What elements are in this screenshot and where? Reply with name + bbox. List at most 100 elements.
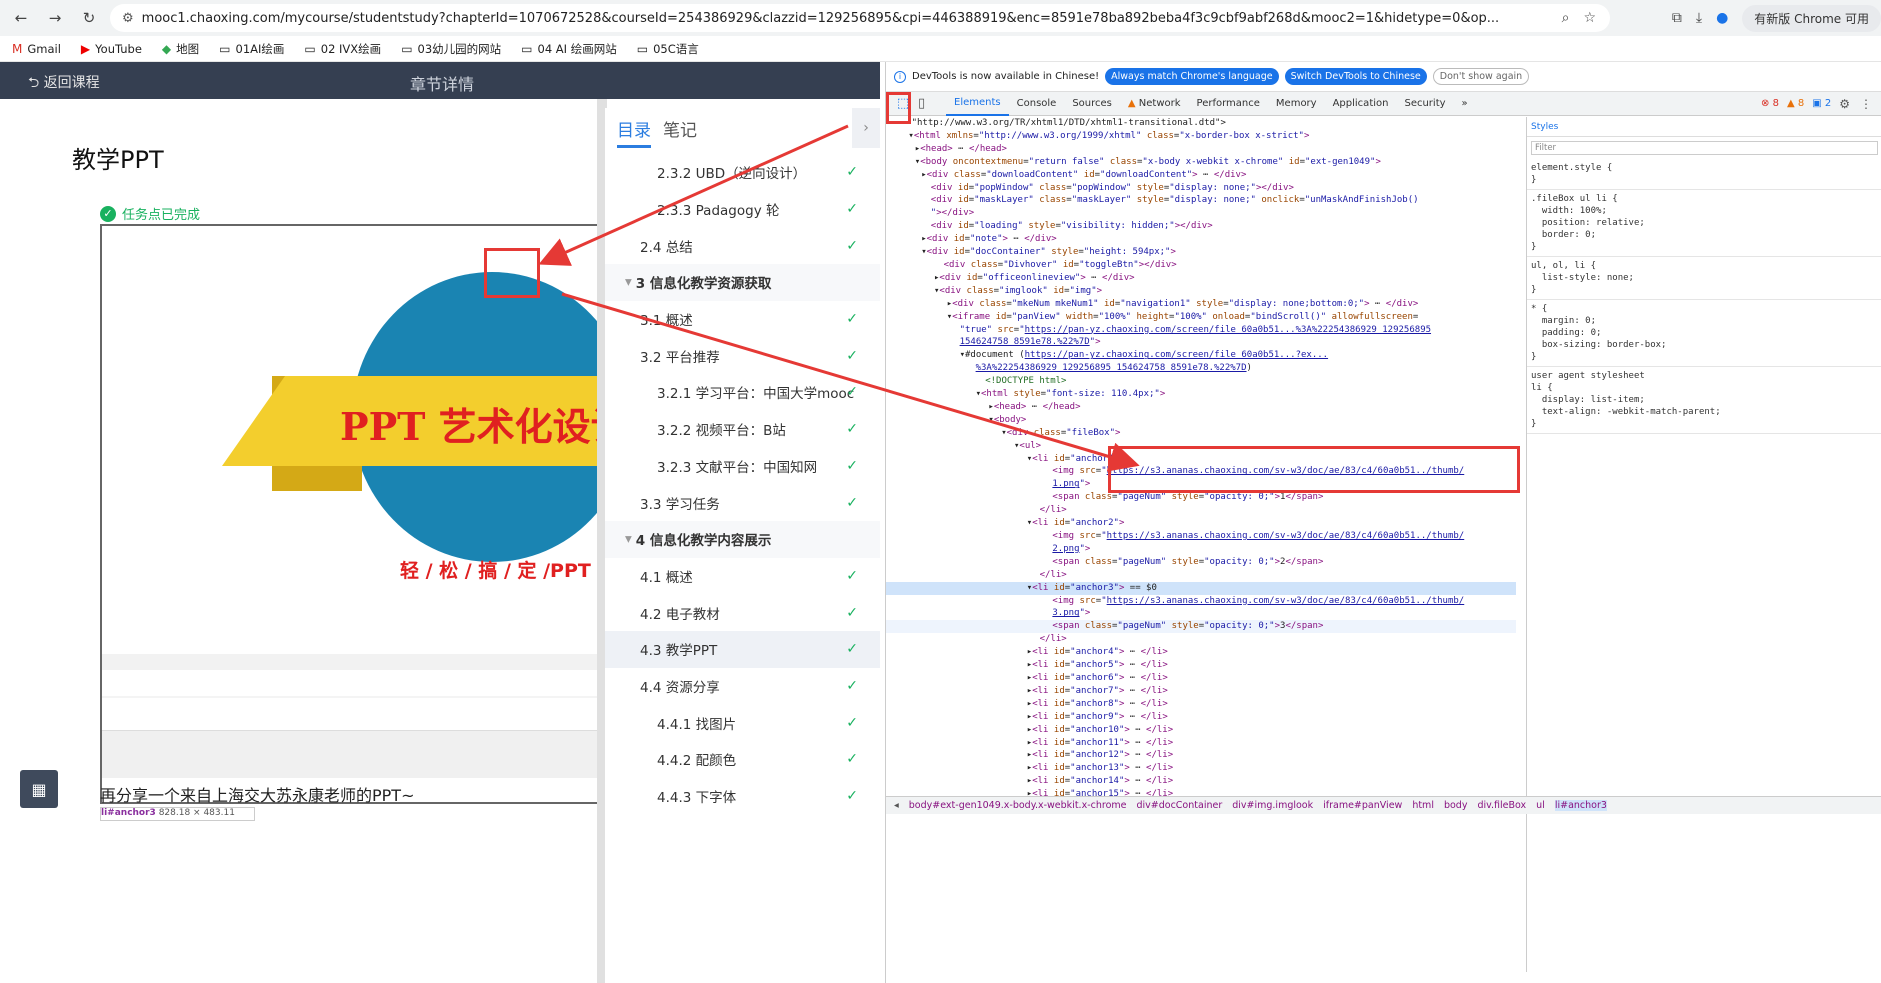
url-text[interactable]: mooc1.chaoxing.com/mycourse/studentstudy… bbox=[142, 11, 1500, 26]
breadcrumb-item[interactable]: ul bbox=[1536, 800, 1545, 811]
bookmark-folder-c[interactable]: ▭ 05C语言 bbox=[637, 41, 699, 57]
dom-node[interactable]: 154624758_8591e78.%22%7D"> bbox=[886, 336, 1516, 349]
style-rule[interactable]: element.style { } bbox=[1527, 159, 1881, 190]
tab-elements[interactable]: Elements bbox=[946, 92, 1009, 116]
dom-node[interactable]: ▸<li id="anchor10"> ⋯ </li> bbox=[886, 724, 1516, 737]
dom-node[interactable]: ▸<li id="anchor8"> ⋯ </li> bbox=[886, 698, 1516, 711]
catalog-item[interactable]: 2.3.2 UBD（逆向设计） ✓ bbox=[605, 154, 880, 191]
breadcrumb-item[interactable]: div#img.imglook bbox=[1232, 800, 1313, 811]
styles-filter-input[interactable]: Filter bbox=[1531, 141, 1878, 155]
dom-node[interactable]: ▸<div class="downloadContent" id="downlo… bbox=[886, 169, 1516, 182]
dom-node[interactable]: ▾<html xmlns="http://www.w3.org/1999/xht… bbox=[886, 130, 1516, 143]
catalog-item[interactable]: 3.3 学习任务 ✓ bbox=[605, 484, 880, 521]
dom-node[interactable]: </li> bbox=[886, 633, 1516, 646]
catalog-item[interactable]: 4.2 电子教材 ✓ bbox=[605, 594, 880, 631]
tab-performance[interactable]: Performance bbox=[1189, 92, 1268, 116]
dom-node[interactable]: "></div> bbox=[886, 207, 1516, 220]
bookmark-gmail[interactable]: M Gmail bbox=[12, 42, 61, 56]
dom-node[interactable]: </li> bbox=[886, 569, 1516, 582]
dom-node[interactable]: ▸<div id="note"> ⋯ </div> bbox=[886, 233, 1516, 246]
bookmark-star-icon[interactable]: ☆ bbox=[1583, 10, 1596, 26]
tab-console[interactable]: Console bbox=[1009, 92, 1065, 116]
dom-node[interactable]: ▸<li id="anchor6"> ⋯ </li> bbox=[886, 672, 1516, 685]
breadcrumb-item[interactable]: div#docContainer bbox=[1136, 800, 1222, 811]
dom-node[interactable]: <div id="popWindow" class="popWindow" st… bbox=[886, 182, 1516, 195]
breadcrumb-item[interactable]: html bbox=[1412, 800, 1434, 811]
tab-security[interactable]: Security bbox=[1396, 92, 1453, 116]
catalog-item[interactable]: 4.4.3 下字体 ✓ bbox=[605, 778, 880, 815]
address-bar[interactable]: ⚙ mooc1.chaoxing.com/mycourse/studentstu… bbox=[110, 4, 1610, 32]
tab-memory[interactable]: Memory bbox=[1268, 92, 1325, 116]
tab-application[interactable]: Application bbox=[1325, 92, 1397, 116]
dom-node-selected[interactable]: ▾<li id="anchor3"> == $0 bbox=[886, 581, 1516, 595]
style-rule[interactable]: user agent stylesheet li { display: list… bbox=[1527, 367, 1881, 434]
catalog-item[interactable]: 3.2 平台推荐 ✓ bbox=[605, 337, 880, 374]
dom-node[interactable]: ▾<html style="font-size: 110.4px;"> bbox=[886, 388, 1516, 401]
grid-menu-icon[interactable]: ▦ bbox=[20, 770, 58, 808]
breadcrumb-item[interactable]: body bbox=[1444, 800, 1468, 811]
dom-node[interactable]: <img src="https://s3.ananas.chaoxing.com… bbox=[886, 530, 1516, 543]
dom-node[interactable]: ▸<div id="officeonlineview"> ⋯ </div> bbox=[886, 272, 1516, 285]
dom-node[interactable]: ▸<li id="anchor9"> ⋯ </li> bbox=[886, 711, 1516, 724]
forward-icon[interactable]: → bbox=[42, 9, 68, 27]
dom-node[interactable]: ▸<head> ⋯ </head> bbox=[886, 401, 1516, 414]
catalog-item[interactable]: 3.2.1 学习平台：中国大学mooc ✓ bbox=[605, 374, 880, 411]
catalog-item[interactable]: 4.4.2 配颜色 ✓ bbox=[605, 741, 880, 778]
reload-icon[interactable]: ↻ bbox=[76, 9, 102, 27]
bookmark-folder-ai[interactable]: ▭ 01AI绘画 bbox=[219, 41, 284, 57]
extensions-icon[interactable]: ⧉ bbox=[1672, 10, 1682, 26]
catalog-section[interactable]: ▾ 3 信息化教学资源获取 bbox=[605, 264, 880, 301]
catalog-item[interactable]: 3.2.2 视频平台：B站 ✓ bbox=[605, 411, 880, 448]
back-icon[interactable]: ← bbox=[8, 9, 34, 27]
dom-node[interactable]: <div class="Divhover" id="toggleBtn"></d… bbox=[886, 259, 1516, 272]
expand-triangle-icon[interactable]: ▾ bbox=[625, 531, 632, 547]
catalog-item[interactable]: 3.1 概述 ✓ bbox=[605, 301, 880, 338]
site-info-icon[interactable]: ⚙ bbox=[122, 11, 134, 26]
dom-node[interactable]: ▸<div class="mkeNum mkeNum1" id="navigat… bbox=[886, 298, 1516, 311]
tab-notes[interactable]: 笔记 bbox=[663, 116, 697, 148]
bookmark-maps[interactable]: ◆ 地图 bbox=[162, 41, 199, 57]
bookmark-folder-kindergarten[interactable]: ▭ 03幼儿园的网站 bbox=[401, 41, 501, 57]
dom-node[interactable]: ▾<div class="imglook" id="img"> bbox=[886, 285, 1516, 298]
dom-node[interactable]: <img src="https://s3.ananas.chaoxing.com… bbox=[886, 595, 1516, 608]
style-rule[interactable]: .fileBox ul li { width: 100%; position: … bbox=[1527, 190, 1881, 257]
dom-node[interactable]: <span class="pageNum" style="opacity: 0;… bbox=[886, 556, 1516, 569]
catalog-section[interactable]: ▾ 4 信息化教学内容展示 bbox=[605, 520, 880, 558]
catalog-item[interactable]: 2.4 总结 ✓ bbox=[605, 227, 880, 264]
download-icon[interactable]: ⤓ bbox=[1696, 10, 1702, 26]
dom-node[interactable]: ▾<body> bbox=[886, 414, 1516, 427]
chrome-update-button[interactable]: 有新版 Chrome 可用 bbox=[1742, 4, 1881, 32]
dom-node[interactable]: ▸<li id="anchor7"> ⋯ </li> bbox=[886, 685, 1516, 698]
dom-node[interactable]: %3A%22254386929_129256895_154624758_8591… bbox=[886, 362, 1516, 375]
catalog-item[interactable]: 2.3.3 Padagogy 轮 ✓ bbox=[605, 191, 880, 228]
dom-node[interactable]: ▾<iframe id="panView" width="100%" heigh… bbox=[886, 311, 1516, 324]
tab-catalog[interactable]: 目录 bbox=[617, 116, 651, 148]
dom-node[interactable]: 2.png"> bbox=[886, 543, 1516, 556]
settings-gear-icon[interactable]: ⚙ bbox=[1839, 97, 1850, 111]
breadcrumb-item[interactable]: iframe#panView bbox=[1323, 800, 1402, 811]
catalog-item[interactable]: 4.4.1 找图片 ✓ bbox=[605, 704, 880, 741]
expand-triangle-icon[interactable]: ▾ bbox=[625, 274, 632, 290]
style-rule[interactable]: ul, ol, li { list-style: none; } bbox=[1527, 257, 1881, 300]
issue-counts[interactable]: ⊗ 8 ▲ 8 ▣ 2 bbox=[1761, 98, 1831, 109]
dom-node[interactable]: ▸<li id="anchor5"> ⋯ </li> bbox=[886, 659, 1516, 672]
dom-node[interactable]: <div id="maskLayer" class="maskLayer" st… bbox=[886, 194, 1516, 207]
more-tabs-icon[interactable]: » bbox=[1454, 92, 1476, 116]
dom-node[interactable]: <div id="loading" style="visibility: hid… bbox=[886, 220, 1516, 233]
catalog-item[interactable]: 4.1 概述 ✓ bbox=[605, 558, 880, 595]
dom-node[interactable]: "true" src="https://pan-yz.chaoxing.com/… bbox=[886, 324, 1516, 337]
dom-node[interactable]: ▾#document (https://pan-yz.chaoxing.com/… bbox=[886, 349, 1516, 362]
dom-node[interactable]: ▸<li id="anchor11"> ⋯ </li> bbox=[886, 737, 1516, 750]
dom-node[interactable]: ▾<li id="anchor2"> bbox=[886, 517, 1516, 530]
match-language-button[interactable]: Always match Chrome's language bbox=[1105, 68, 1279, 85]
catalog-item[interactable]: 4.4 资源分享 ✓ bbox=[605, 668, 880, 705]
dom-node[interactable]: ▾<body oncontextmenu="return false" clas… bbox=[886, 156, 1516, 169]
tab-sources[interactable]: Sources bbox=[1064, 92, 1120, 116]
dom-node[interactable]: "http://www.w3.org/TR/xhtml1/DTD/xhtml1-… bbox=[886, 117, 1516, 130]
dom-node[interactable]: <!DOCTYPE html> bbox=[886, 375, 1516, 388]
dom-node[interactable]: ▾<div id="docContainer" style="height: 5… bbox=[886, 246, 1516, 259]
bookmark-folder-ivx[interactable]: ▭ 02 IVX绘画 bbox=[304, 41, 381, 57]
back-to-course-button[interactable]: ⮌ 返回课程 bbox=[28, 72, 100, 96]
catalog-item[interactable]: 4.3 教学PPT ✓ bbox=[605, 630, 880, 668]
catalog-item[interactable]: 3.2.3 文献平台：中国知网 ✓ bbox=[605, 448, 880, 485]
